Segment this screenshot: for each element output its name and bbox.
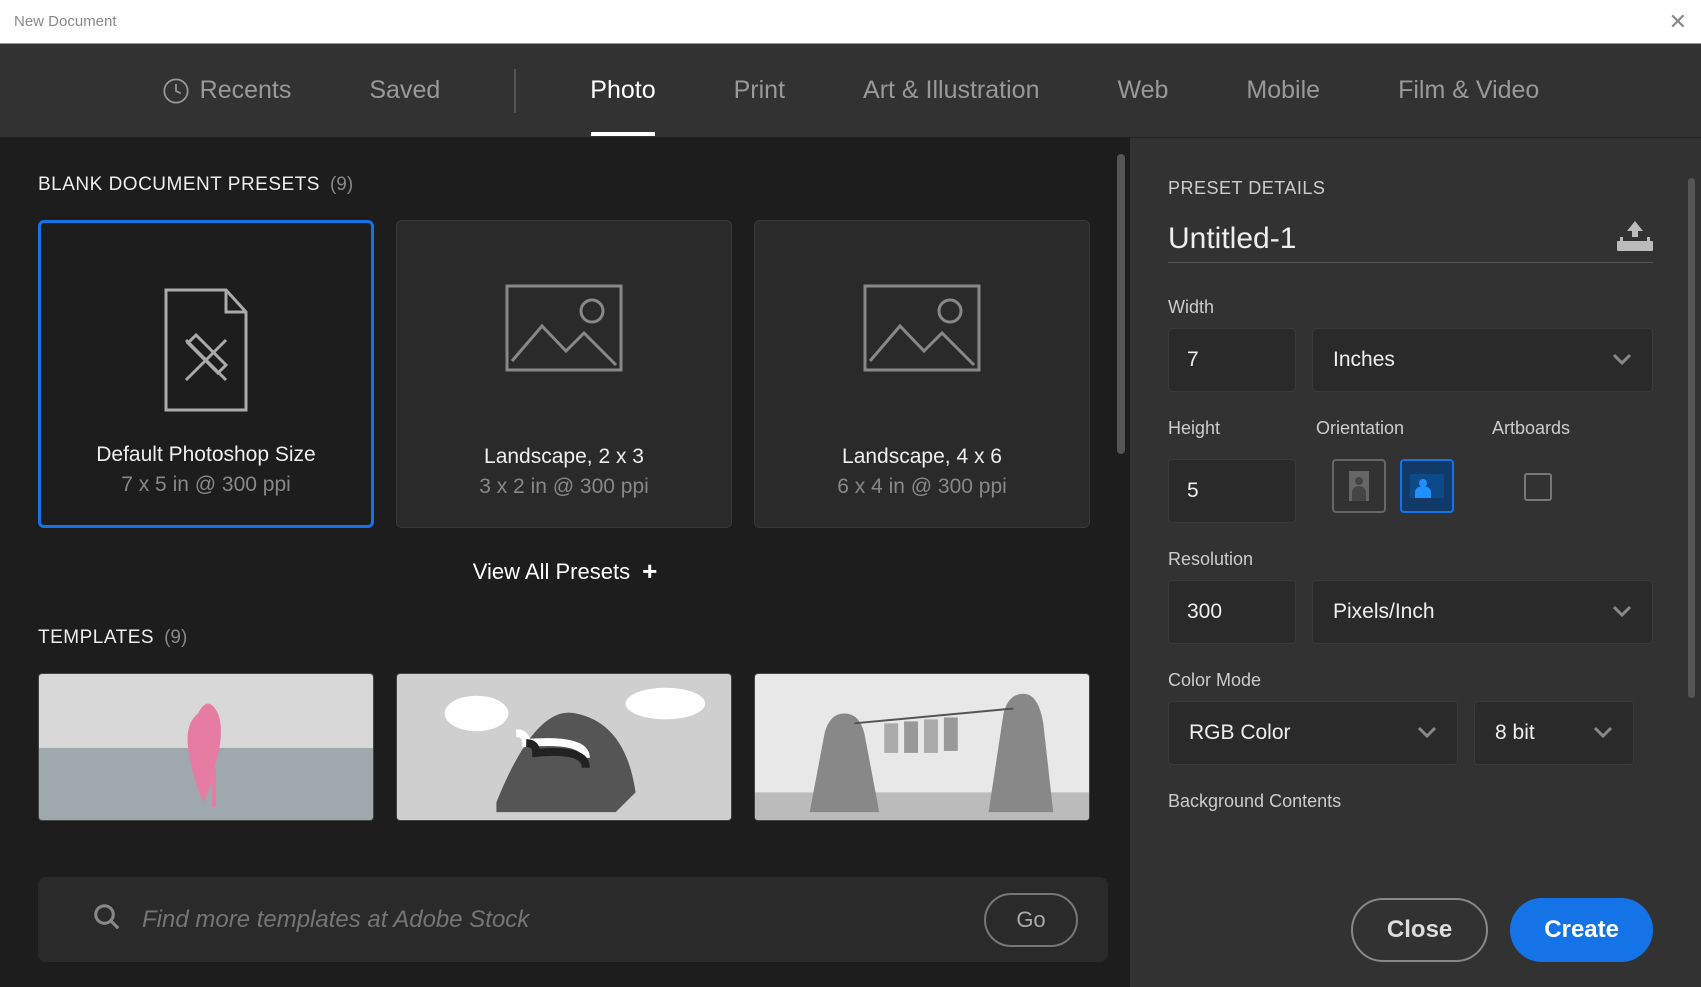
background-contents-label: Background Contents [1168, 791, 1653, 812]
orientation-landscape-button[interactable] [1400, 459, 1454, 513]
stock-search-input[interactable] [142, 906, 964, 934]
height-label: Height [1168, 418, 1316, 439]
plus-icon: + [642, 556, 657, 587]
tab-film-video[interactable]: Film & Video [1394, 46, 1543, 135]
tab-photo[interactable]: Photo [586, 46, 659, 135]
template-card[interactable] [754, 673, 1090, 821]
presets-header: BLANK DOCUMENT PRESETS (9) [38, 174, 1092, 196]
preset-details-panel: PRESET DETAILS Untitled-1 Width Inches H… [1130, 138, 1701, 987]
resolution-input[interactable] [1168, 580, 1296, 644]
orientation-label: Orientation [1316, 418, 1492, 439]
orientation-portrait-button[interactable] [1332, 459, 1386, 513]
document-name-input[interactable]: Untitled-1 [1168, 222, 1296, 256]
tab-recents[interactable]: Recents [158, 46, 296, 135]
stock-search-bar: Go [38, 877, 1108, 962]
templates-header: TEMPLATES (9) [38, 627, 1092, 649]
left-scrollbar[interactable] [1117, 154, 1125, 454]
resolution-label: Resolution [1168, 549, 1653, 570]
color-mode-label: Color Mode [1168, 670, 1653, 691]
preset-landscape-4x6[interactable]: Landscape, 4 x 6 6 x 4 in @ 300 ppi [754, 220, 1090, 528]
preset-name: Default Photoshop Size [96, 443, 315, 467]
close-button[interactable]: Close [1351, 898, 1488, 962]
create-button[interactable]: Create [1510, 898, 1653, 962]
template-card[interactable] [396, 673, 732, 821]
artboards-checkbox[interactable] [1524, 473, 1552, 501]
image-icon [862, 283, 982, 378]
templates-title: TEMPLATES [38, 627, 154, 649]
tab-print[interactable]: Print [730, 46, 789, 135]
search-icon [92, 902, 122, 937]
tab-art-illustration[interactable]: Art & Illustration [859, 46, 1043, 135]
left-pane: BLANK DOCUMENT PRESETS (9) Default Photo… [0, 138, 1130, 987]
chevron-down-icon [1593, 721, 1613, 745]
chevron-down-icon [1612, 600, 1632, 624]
tab-web[interactable]: Web [1113, 46, 1172, 135]
document-tools-icon [151, 285, 261, 420]
preset-details-heading: PRESET DETAILS [1168, 178, 1653, 199]
preset-dims: 7 x 5 in @ 300 ppi [121, 473, 291, 497]
preset-landscape-2x3[interactable]: Landscape, 2 x 3 3 x 2 in @ 300 ppi [396, 220, 732, 528]
preset-name: Landscape, 2 x 3 [484, 445, 644, 469]
width-input[interactable] [1168, 328, 1296, 392]
resolution-unit-select[interactable]: Pixels/Inch [1312, 580, 1653, 644]
width-label: Width [1168, 297, 1653, 318]
save-preset-icon[interactable] [1617, 221, 1653, 256]
preset-dims: 3 x 2 in @ 300 ppi [479, 475, 649, 499]
preset-default-photoshop-size[interactable]: Default Photoshop Size 7 x 5 in @ 300 pp… [38, 220, 374, 528]
titlebar: New Document ✕ [0, 0, 1701, 44]
tab-mobile[interactable]: Mobile [1242, 46, 1324, 135]
width-unit-select[interactable]: Inches [1312, 328, 1653, 392]
stock-search-go-button[interactable]: Go [984, 893, 1078, 947]
artboards-label: Artboards [1492, 418, 1570, 439]
presets-title: BLANK DOCUMENT PRESETS [38, 174, 320, 196]
window-title: New Document [14, 13, 117, 30]
category-tabs: Recents Saved Photo Print Art & Illustra… [0, 44, 1701, 138]
tab-saved[interactable]: Saved [365, 46, 444, 135]
tab-divider [514, 69, 516, 113]
color-depth-select[interactable]: 8 bit [1474, 701, 1634, 765]
chevron-down-icon [1612, 348, 1632, 372]
height-input[interactable] [1168, 459, 1296, 523]
clock-icon [162, 77, 190, 105]
presets-count: (9) [330, 174, 353, 196]
window-close-icon[interactable]: ✕ [1669, 11, 1687, 33]
template-card[interactable] [38, 673, 374, 821]
tab-recents-label: Recents [200, 76, 292, 105]
image-icon [504, 283, 624, 378]
chevron-down-icon [1417, 721, 1437, 745]
right-scrollbar[interactable] [1688, 178, 1695, 698]
preset-name: Landscape, 4 x 6 [842, 445, 1002, 469]
templates-count: (9) [164, 627, 187, 649]
color-mode-select[interactable]: RGB Color [1168, 701, 1458, 765]
preset-dims: 6 x 4 in @ 300 ppi [837, 475, 1007, 499]
view-all-presets-button[interactable]: View All Presets + [473, 556, 658, 587]
